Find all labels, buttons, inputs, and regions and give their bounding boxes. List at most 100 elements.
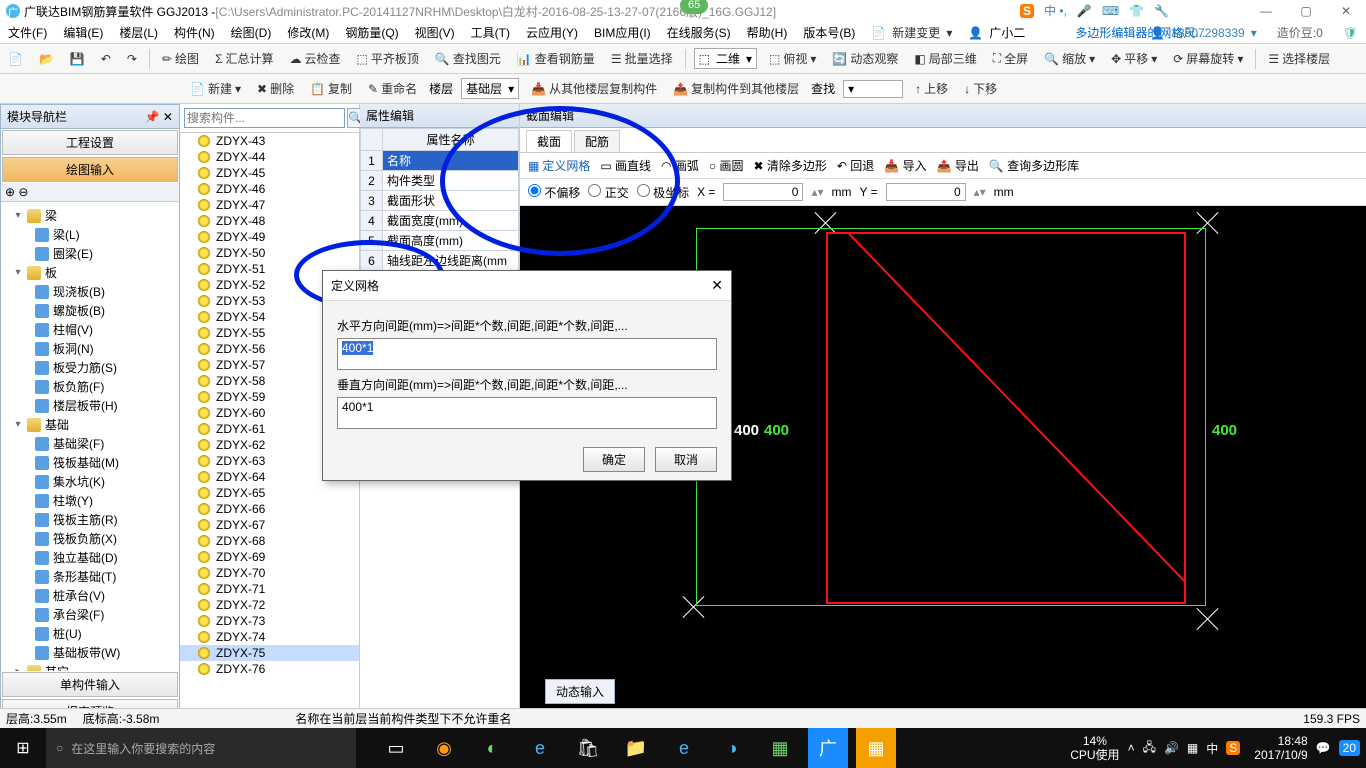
arc-button[interactable]: ◠ 画弧 bbox=[661, 157, 699, 174]
y-input[interactable] bbox=[886, 183, 966, 201]
close-button[interactable]: ✕ bbox=[1326, 0, 1366, 22]
mic-icon[interactable]: 🎤 bbox=[1077, 4, 1092, 18]
tool-icon[interactable]: 🔧 bbox=[1154, 4, 1169, 18]
rotate-button[interactable]: ⟳屏幕旋转 ▾ bbox=[1169, 48, 1247, 69]
ime-cn[interactable]: 中 •, bbox=[1044, 2, 1067, 19]
counter-badge[interactable]: 20 bbox=[1339, 740, 1360, 756]
nav-single-input[interactable]: 单构件输入 bbox=[2, 672, 178, 697]
tb-folder-icon[interactable]: 📁 bbox=[616, 728, 656, 768]
menu-file[interactable]: 文件(F) bbox=[4, 22, 51, 43]
prop-row-1[interactable]: 名称 bbox=[383, 151, 519, 171]
menu-online[interactable]: 在线服务(S) bbox=[663, 22, 735, 43]
list-item[interactable]: ZDYX-75 bbox=[180, 645, 359, 661]
view-steel-button[interactable]: 📊查看钢筋量 bbox=[513, 48, 599, 69]
floor-combo[interactable]: 基础层 ▾ bbox=[461, 78, 519, 99]
menu-view[interactable]: 视图(V) bbox=[411, 22, 459, 43]
cpu-meter[interactable]: 14%CPU使用 bbox=[1070, 734, 1119, 762]
list-item[interactable]: ZDYX-67 bbox=[180, 517, 359, 533]
list-item[interactable]: ZDYX-46 bbox=[180, 181, 359, 197]
tree-item[interactable]: 筏板主筋(R) bbox=[5, 510, 175, 529]
tree-item[interactable]: 楼层板带(H) bbox=[5, 396, 175, 415]
delete-button[interactable]: ✖删除 bbox=[253, 78, 298, 99]
list-item[interactable]: ZDYX-70 bbox=[180, 565, 359, 581]
menu-floor[interactable]: 楼层(L) bbox=[115, 22, 162, 43]
menu-component[interactable]: 构件(N) bbox=[170, 22, 219, 43]
tree-item[interactable]: 圈梁(E) bbox=[5, 244, 175, 263]
up-button[interactable]: ↑上移 bbox=[911, 78, 952, 99]
notification-icon[interactable]: 💬 bbox=[1316, 741, 1331, 755]
tree-item[interactable]: 筏板负筋(X) bbox=[5, 529, 175, 548]
sum-button[interactable]: Σ 汇总计算 bbox=[211, 48, 277, 69]
nav-project-settings[interactable]: 工程设置 bbox=[2, 130, 178, 155]
rename-button[interactable]: ✎重命名 bbox=[364, 78, 421, 99]
list-item[interactable]: ZDYX-76 bbox=[180, 661, 359, 677]
tb-store-icon[interactable]: 🛍 bbox=[568, 728, 608, 768]
copy-from-button[interactable]: 📥从其他楼层复制构件 bbox=[527, 78, 661, 99]
list-item[interactable]: ZDYX-71 bbox=[180, 581, 359, 597]
tree-item[interactable]: 基础板带(W) bbox=[5, 643, 175, 662]
tree-group[interactable]: ▾基础 bbox=[5, 415, 175, 434]
draw-button[interactable]: ✏绘图 bbox=[158, 48, 203, 69]
new-file-icon[interactable]: 📄 bbox=[4, 50, 27, 68]
undo-icon[interactable]: ↶ bbox=[97, 50, 115, 68]
tray-ime[interactable]: 中 bbox=[1206, 740, 1218, 757]
dialog-close-icon[interactable]: ✕ bbox=[711, 277, 723, 294]
list-item[interactable]: ZDYX-49 bbox=[180, 229, 359, 245]
tree-item[interactable]: 现浇板(B) bbox=[5, 282, 175, 301]
tree-group[interactable]: ▾板 bbox=[5, 263, 175, 282]
list-item[interactable]: ZDYX-69 bbox=[180, 549, 359, 565]
save-icon[interactable]: 💾 bbox=[66, 50, 89, 68]
batch-select-button[interactable]: ☰批量选择 bbox=[607, 48, 677, 69]
tree-item[interactable]: 桩承台(V) bbox=[5, 586, 175, 605]
minimize-button[interactable]: — bbox=[1246, 0, 1286, 22]
phone-link[interactable]: 👤13907298339 ▾ bbox=[1146, 22, 1260, 44]
search-input[interactable] bbox=[184, 108, 345, 128]
tree-item[interactable]: 板受力筋(S) bbox=[5, 358, 175, 377]
tree-group[interactable]: ▸其它 bbox=[5, 662, 175, 671]
maximize-button[interactable]: ▢ bbox=[1286, 0, 1326, 22]
list-item[interactable]: ZDYX-47 bbox=[180, 197, 359, 213]
tb-icon-5[interactable]: ▦ bbox=[856, 728, 896, 768]
list-item[interactable]: ZDYX-74 bbox=[180, 629, 359, 645]
tray-vol-icon[interactable]: 🔊 bbox=[1164, 741, 1179, 755]
grid-button[interactable]: ▦ 定义网格 bbox=[528, 157, 590, 174]
list-item[interactable]: ZDYX-43 bbox=[180, 133, 359, 149]
radio-nooffset[interactable]: 不偏移 bbox=[528, 184, 580, 201]
prop-row-2[interactable]: 构件类型 bbox=[383, 171, 519, 191]
list-item[interactable]: ZDYX-65 bbox=[180, 485, 359, 501]
redo-icon[interactable]: ↷ bbox=[123, 50, 141, 68]
tab-section[interactable]: 截面 bbox=[526, 130, 572, 152]
tree-item[interactable]: 柱帽(V) bbox=[5, 320, 175, 339]
tree-item[interactable]: 桩(U) bbox=[5, 624, 175, 643]
tree-item[interactable]: 集水坑(K) bbox=[5, 472, 175, 491]
tb-icon-1[interactable]: ◉ bbox=[424, 728, 464, 768]
dialog-input-v[interactable]: 400*1 bbox=[337, 397, 717, 429]
tb-icon-2[interactable]: ◐ bbox=[472, 728, 512, 768]
start-button[interactable]: ⊞ bbox=[0, 728, 46, 768]
flat-button[interactable]: ⬚平齐板顶 bbox=[353, 48, 423, 69]
find-combo[interactable]: ▾ bbox=[843, 80, 903, 98]
select-floor-button[interactable]: ☰选择楼层 bbox=[1264, 48, 1334, 69]
tb-ie-icon[interactable]: e bbox=[664, 728, 704, 768]
tb-icon-4[interactable]: ▦ bbox=[760, 728, 800, 768]
prop-row-5[interactable]: 截面高度(mm) bbox=[383, 231, 519, 251]
menu-tool[interactable]: 工具(T) bbox=[467, 22, 514, 43]
list-item[interactable]: ZDYX-73 bbox=[180, 613, 359, 629]
menu-cloud[interactable]: 云应用(Y) bbox=[522, 22, 582, 43]
new-change-button[interactable]: 📄新建变更 ▾ bbox=[867, 20, 956, 45]
radio-ortho[interactable]: 正交 bbox=[588, 184, 628, 201]
list-item[interactable]: ZDYX-72 bbox=[180, 597, 359, 613]
list-item[interactable]: ZDYX-48 bbox=[180, 213, 359, 229]
tree-item[interactable]: 承台梁(F) bbox=[5, 605, 175, 624]
tray-icon-1[interactable]: ▦ bbox=[1187, 741, 1198, 755]
query-poly-button[interactable]: 🔍 查询多边形库 bbox=[989, 157, 1079, 174]
menu-edit[interactable]: 编辑(E) bbox=[59, 22, 107, 43]
dynamic-view-button[interactable]: 🔄动态观察 bbox=[828, 48, 902, 69]
clear-poly-button[interactable]: ✖ 清除多边形 bbox=[753, 157, 826, 174]
undo-button[interactable]: ↶ 回退 bbox=[837, 157, 874, 174]
dynamic-input-button[interactable]: 动态输入 bbox=[545, 679, 615, 704]
cloud-check-button[interactable]: ☁云检查 bbox=[286, 48, 345, 69]
menu-steel[interactable]: 钢筋量(Q) bbox=[341, 22, 402, 43]
menu-bim[interactable]: BIM应用(I) bbox=[590, 22, 655, 43]
menu-modify[interactable]: 修改(M) bbox=[283, 22, 333, 43]
